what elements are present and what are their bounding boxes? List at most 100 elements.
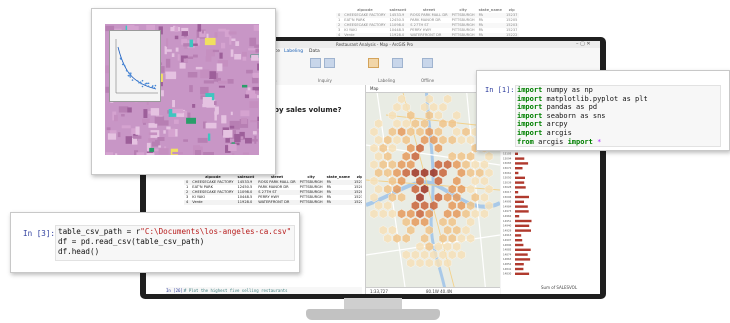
download-map-icon[interactable]	[422, 58, 433, 68]
read-csv-code-cell[interactable]: In [3]: table_csv_path = r"C:\Documents\…	[10, 212, 300, 273]
hexbin	[397, 94, 406, 104]
imports-code-cell[interactable]: In [1]: import numpy as np import matplot…	[476, 70, 730, 151]
bar-label: 14896	[503, 243, 512, 247]
scatter-point	[153, 87, 156, 89]
tract	[195, 150, 201, 155]
hexbin	[461, 209, 471, 219]
tract	[164, 46, 167, 55]
hexbin	[480, 192, 489, 203]
tract	[217, 80, 227, 84]
scatter-point	[121, 63, 124, 66]
hexbin	[383, 233, 392, 244]
bar	[515, 272, 530, 275]
hexbin	[383, 200, 392, 211]
tract	[105, 152, 114, 155]
code-line: df.head()	[58, 247, 100, 256]
tract	[121, 125, 131, 129]
bar-label: 15039	[503, 180, 512, 184]
hexbin	[411, 200, 420, 211]
hexbin	[425, 258, 434, 268]
hexbin	[369, 143, 379, 153]
hexbin	[388, 159, 397, 170]
tract	[142, 118, 150, 124]
tract	[205, 122, 217, 129]
hexbin	[402, 168, 411, 178]
hexbin	[461, 127, 471, 137]
bar	[515, 248, 531, 251]
hexbin	[397, 159, 406, 170]
hexbin	[420, 135, 429, 145]
tract	[114, 114, 118, 122]
hexbin	[438, 102, 448, 112]
tract	[209, 71, 217, 79]
bar	[515, 267, 524, 271]
tract	[115, 153, 118, 155]
hexbin	[461, 159, 471, 170]
scatter-popup-chart	[115, 39, 158, 94]
bar-label: 15105	[503, 152, 512, 156]
tract	[240, 110, 250, 117]
bar	[515, 191, 519, 194]
table-cell: Verde	[190, 200, 236, 205]
bar	[515, 263, 524, 266]
tract	[230, 49, 234, 57]
label-pause-icon[interactable]	[368, 58, 379, 68]
tract	[200, 69, 210, 79]
scatter-point	[125, 69, 128, 72]
hexbin	[420, 250, 429, 260]
hexbin	[452, 176, 461, 186]
window-controls-icon[interactable]: – ▢ ✕	[576, 41, 591, 47]
infographics-icon[interactable]	[324, 58, 335, 68]
convert-icon[interactable]	[392, 58, 403, 68]
tract	[186, 117, 196, 124]
tab-labeling[interactable]: Labeling	[284, 49, 303, 54]
code-cell-bottom[interactable]: In [26]: # Plot the highest five selling…	[166, 287, 362, 294]
code-line: import arcgis	[517, 128, 572, 137]
hexbin	[369, 176, 379, 186]
bar	[515, 181, 525, 184]
hexbin	[443, 209, 452, 219]
scatter-point	[140, 82, 143, 85]
scatter-point	[124, 65, 126, 67]
tract	[202, 104, 213, 108]
bar-label: 14885	[503, 248, 512, 252]
hexbin	[374, 168, 383, 178]
cell-prompt: In [26]:	[166, 288, 186, 293]
tract	[234, 54, 242, 60]
hexbin	[466, 184, 475, 194]
bar	[515, 234, 522, 237]
hexbin	[374, 135, 383, 145]
hexbin	[452, 209, 461, 219]
hexbin	[457, 250, 466, 260]
attributes-icon[interactable]	[310, 58, 321, 68]
hexbin	[383, 168, 392, 178]
hexbin	[402, 135, 411, 145]
hexbin	[457, 135, 466, 145]
bar-label: 15028	[503, 185, 512, 189]
hexbin	[406, 225, 415, 235]
hexbin	[457, 168, 466, 178]
hexbin	[429, 168, 438, 178]
tract	[117, 132, 121, 138]
code-lines: import numpy as np import matplotlib.pypl…	[517, 86, 648, 146]
hexbin	[369, 209, 379, 219]
tract	[245, 137, 252, 144]
hexbin	[466, 135, 475, 145]
bar	[515, 152, 518, 155]
tract	[227, 79, 234, 84]
bar-label: 15072	[503, 166, 512, 170]
tab-data[interactable]: Data	[309, 49, 320, 54]
bar	[515, 258, 531, 261]
hexbin	[406, 209, 415, 219]
hexbin	[397, 127, 406, 137]
hexbin	[452, 110, 461, 121]
tract	[171, 53, 175, 57]
map-scale[interactable]: 1:33,727	[370, 289, 388, 294]
tract	[107, 133, 117, 140]
monitor-stand-base	[306, 309, 440, 320]
tract	[165, 38, 169, 47]
bar-label: 14830	[503, 272, 512, 276]
tract	[125, 136, 133, 144]
hexbin	[415, 258, 425, 268]
hexbin	[448, 217, 457, 227]
